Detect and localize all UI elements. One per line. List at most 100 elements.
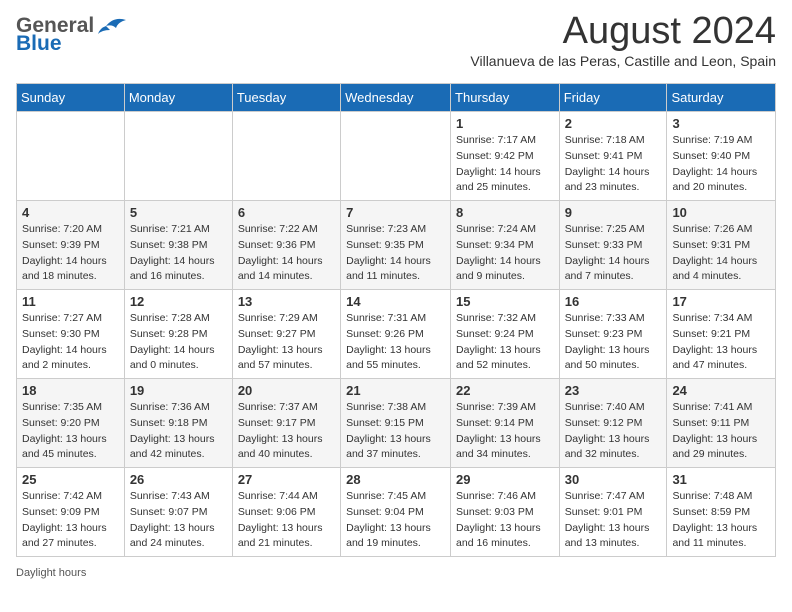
day-number: 13	[238, 294, 335, 309]
day-number: 18	[22, 383, 119, 398]
calendar-cell: 13 Sunrise: 7:29 AMSunset: 9:27 PMDayligh…	[232, 290, 340, 379]
footer: Daylight hours	[0, 557, 792, 587]
day-number: 4	[22, 205, 119, 220]
day-number: 8	[456, 205, 554, 220]
day-number: 28	[346, 472, 445, 487]
calendar-cell: 10 Sunrise: 7:26 AMSunset: 9:31 PMDayligh…	[667, 201, 776, 290]
day-number: 21	[346, 383, 445, 398]
calendar-cell: 26Sunrise: 7:43 AMSunset: 9:07 PMDayligh…	[124, 468, 232, 557]
day-info: Sunrise: 7:48 AMSunset: 8:59 PMDaylight:…	[672, 489, 770, 552]
calendar-cell	[17, 112, 125, 201]
day-info: Sunrise: 7:41 AMSunset: 9:11 PMDaylight:…	[672, 400, 770, 463]
day-number: 31	[672, 472, 770, 487]
day-info: Sunrise: 7:37 AMSunset: 9:17 PMDaylight:…	[238, 400, 335, 463]
calendar-cell: 18 Sunrise: 7:35 AMSunset: 9:20 PMDayligh…	[17, 379, 125, 468]
day-info: Sunrise: 7:40 AMSunset: 9:12 PMDaylight:…	[565, 400, 662, 463]
calendar-cell: 9Sunrise: 7:25 AMSunset: 9:33 PMDaylight…	[559, 201, 667, 290]
calendar-cell: 27 Sunrise: 7:44 AMSunset: 9:06 PMDayligh…	[232, 468, 340, 557]
day-number: 17	[672, 294, 770, 309]
logo-blue-text: Blue	[16, 32, 62, 56]
day-number: 14	[346, 294, 445, 309]
day-info: Sunrise: 7:43 AMSunset: 9:07 PMDaylight:…	[130, 489, 227, 552]
calendar-cell: 21 Sunrise: 7:38 AMSunset: 9:15 PMDayligh…	[341, 379, 451, 468]
day-info: Sunrise: 7:28 AMSunset: 9:28 PMDaylight:…	[130, 311, 227, 374]
calendar-cell: 14 Sunrise: 7:31 AMSunset: 9:26 PMDayligh…	[341, 290, 451, 379]
day-info: Sunrise: 7:31 AMSunset: 9:26 PMDaylight:…	[346, 311, 445, 374]
calendar-cell: 31 Sunrise: 7:48 AMSunset: 8:59 PMDayligh…	[667, 468, 776, 557]
calendar-cell: 22Sunrise: 7:39 AMSunset: 9:14 PMDayligh…	[451, 379, 560, 468]
day-number: 25	[22, 472, 119, 487]
calendar-header-thursday: Thursday	[451, 84, 560, 112]
day-number: 27	[238, 472, 335, 487]
calendar-cell	[124, 112, 232, 201]
calendar-cell: 24 Sunrise: 7:41 AMSunset: 9:11 PMDayligh…	[667, 379, 776, 468]
logo-bird-icon	[96, 14, 128, 38]
day-number: 15	[456, 294, 554, 309]
day-number: 29	[456, 472, 554, 487]
calendar-header-tuesday: Tuesday	[232, 84, 340, 112]
calendar-cell: 29 Sunrise: 7:46 AMSunset: 9:03 PMDayligh…	[451, 468, 560, 557]
day-info: Sunrise: 7:19 AMSunset: 9:40 PMDaylight:…	[672, 133, 770, 196]
calendar-header-friday: Friday	[559, 84, 667, 112]
calendar-cell: 23 Sunrise: 7:40 AMSunset: 9:12 PMDayligh…	[559, 379, 667, 468]
day-info: Sunrise: 7:20 AMSunset: 9:39 PMDaylight:…	[22, 222, 119, 285]
calendar-cell: 25 Sunrise: 7:42 AMSunset: 9:09 PMDayligh…	[17, 468, 125, 557]
calendar-cell	[341, 112, 451, 201]
calendar-cell: 15Sunrise: 7:32 AMSunset: 9:24 PMDayligh…	[451, 290, 560, 379]
day-number: 23	[565, 383, 662, 398]
day-number: 7	[346, 205, 445, 220]
calendar-cell: 2 Sunrise: 7:18 AMSunset: 9:41 PMDaylight…	[559, 112, 667, 201]
calendar-cell: 28 Sunrise: 7:45 AMSunset: 9:04 PMDayligh…	[341, 468, 451, 557]
day-info: Sunrise: 7:46 AMSunset: 9:03 PMDaylight:…	[456, 489, 554, 552]
calendar-header-wednesday: Wednesday	[341, 84, 451, 112]
day-number: 2	[565, 116, 662, 131]
calendar-cell: 3 Sunrise: 7:19 AMSunset: 9:40 PMDaylight…	[667, 112, 776, 201]
footer-text: Daylight hours	[16, 567, 86, 579]
calendar-cell: 7Sunrise: 7:23 AMSunset: 9:35 PMDaylight…	[341, 201, 451, 290]
day-number: 22	[456, 383, 554, 398]
day-info: Sunrise: 7:18 AMSunset: 9:41 PMDaylight:…	[565, 133, 662, 196]
calendar-cell: 4 Sunrise: 7:20 AMSunset: 9:39 PMDaylight…	[17, 201, 125, 290]
day-info: Sunrise: 7:44 AMSunset: 9:06 PMDaylight:…	[238, 489, 335, 552]
location-title: Villanueva de las Peras, Castille and Le…	[128, 53, 776, 69]
day-info: Sunrise: 7:47 AMSunset: 9:01 PMDaylight:…	[565, 489, 662, 552]
day-info: Sunrise: 7:26 AMSunset: 9:31 PMDaylight:…	[672, 222, 770, 285]
calendar-table: SundayMondayTuesdayWednesdayThursdayFrid…	[16, 83, 776, 557]
day-info: Sunrise: 7:25 AMSunset: 9:33 PMDaylight:…	[565, 222, 662, 285]
day-info: Sunrise: 7:21 AMSunset: 9:38 PMDaylight:…	[130, 222, 227, 285]
day-info: Sunrise: 7:29 AMSunset: 9:27 PMDaylight:…	[238, 311, 335, 374]
logo: General Blue	[16, 14, 128, 56]
day-number: 20	[238, 383, 335, 398]
day-number: 10	[672, 205, 770, 220]
day-number: 5	[130, 205, 227, 220]
day-number: 3	[672, 116, 770, 131]
day-number: 6	[238, 205, 335, 220]
day-info: Sunrise: 7:34 AMSunset: 9:21 PMDaylight:…	[672, 311, 770, 374]
day-info: Sunrise: 7:17 AMSunset: 9:42 PMDaylight:…	[456, 133, 554, 196]
day-info: Sunrise: 7:33 AMSunset: 9:23 PMDaylight:…	[565, 311, 662, 374]
calendar-header-saturday: Saturday	[667, 84, 776, 112]
calendar-header-monday: Monday	[124, 84, 232, 112]
day-info: Sunrise: 7:45 AMSunset: 9:04 PMDaylight:…	[346, 489, 445, 552]
calendar-cell	[232, 112, 340, 201]
day-number: 19	[130, 383, 227, 398]
calendar-cell: 5 Sunrise: 7:21 AMSunset: 9:38 PMDaylight…	[124, 201, 232, 290]
calendar-cell: 1Sunrise: 7:17 AMSunset: 9:42 PMDaylight…	[451, 112, 560, 201]
day-number: 24	[672, 383, 770, 398]
day-number: 16	[565, 294, 662, 309]
day-info: Sunrise: 7:38 AMSunset: 9:15 PMDaylight:…	[346, 400, 445, 463]
calendar-cell: 20 Sunrise: 7:37 AMSunset: 9:17 PMDayligh…	[232, 379, 340, 468]
calendar-cell: 8Sunrise: 7:24 AMSunset: 9:34 PMDaylight…	[451, 201, 560, 290]
day-info: Sunrise: 7:42 AMSunset: 9:09 PMDaylight:…	[22, 489, 119, 552]
calendar-cell: 12 Sunrise: 7:28 AMSunset: 9:28 PMDayligh…	[124, 290, 232, 379]
calendar-cell: 11Sunrise: 7:27 AMSunset: 9:30 PMDayligh…	[17, 290, 125, 379]
day-number: 30	[565, 472, 662, 487]
calendar-cell: 19 Sunrise: 7:36 AMSunset: 9:18 PMDayligh…	[124, 379, 232, 468]
day-info: Sunrise: 7:35 AMSunset: 9:20 PMDaylight:…	[22, 400, 119, 463]
day-number: 11	[22, 294, 119, 309]
calendar-cell: 6Sunrise: 7:22 AMSunset: 9:36 PMDaylight…	[232, 201, 340, 290]
calendar-cell: 30 Sunrise: 7:47 AMSunset: 9:01 PMDayligh…	[559, 468, 667, 557]
day-number: 12	[130, 294, 227, 309]
day-info: Sunrise: 7:36 AMSunset: 9:18 PMDaylight:…	[130, 400, 227, 463]
month-title: August 2024	[128, 10, 776, 53]
